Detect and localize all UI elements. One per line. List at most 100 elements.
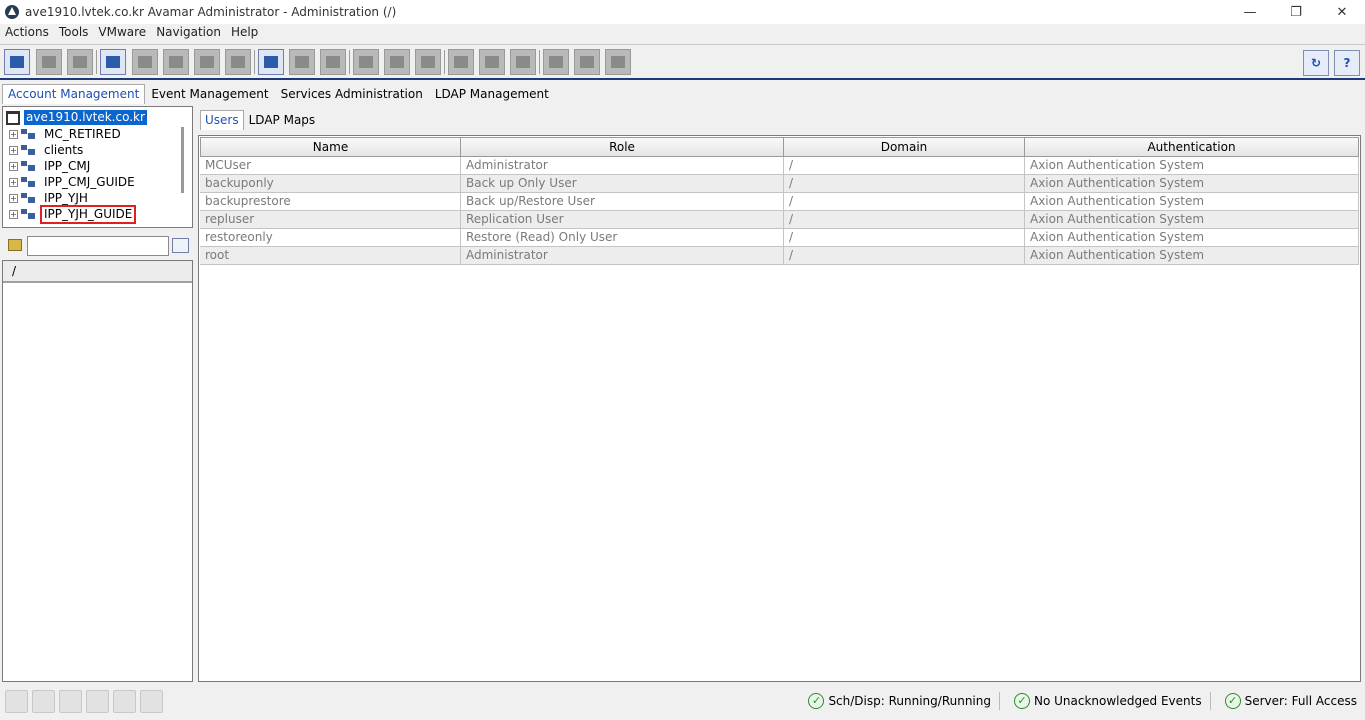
tree-item-label: MC_RETIRED [44,126,121,141]
move-client-button[interactable] [163,49,189,75]
add-group-icon [359,56,373,68]
table-row[interactable]: restoreonly Restore (Read) Only User / A… [200,229,1359,247]
tree-root-label: ave1910.lvtek.co.kr [24,110,147,125]
cell-role: Restore (Read) Only User [461,229,784,247]
filter-input[interactable] [27,236,169,256]
tab-services-administration[interactable]: Services Administration [275,84,429,104]
delete-user-icon [326,56,340,68]
list-button[interactable] [510,49,536,75]
activity-icon[interactable] [5,690,28,713]
status-divider [1209,692,1211,710]
new-user-button[interactable] [258,49,284,75]
checklist-icon [611,56,625,68]
tree-item-label: IPP_YJH [44,190,88,205]
filter-bar [2,233,193,259]
cell-name: MCUser [200,157,461,175]
cell-domain: / [784,211,1025,229]
refresh-button[interactable]: ↻ [1303,50,1329,76]
delete-domain-button[interactable] [67,49,93,75]
cell-name: backuponly [200,175,461,193]
column-header-name[interactable]: Name [200,137,461,157]
domain-group-icon [21,192,36,204]
tab-event-management[interactable]: Event Management [145,84,274,104]
status-events[interactable]: ✓ No Unacknowledged Events [1014,693,1202,709]
tree-item-ipp-yjh[interactable]: + IPP_YJH [9,190,90,206]
close-icon[interactable]: ✕ [1319,0,1365,24]
status-server[interactable]: ✓ Server: Full Access [1224,693,1357,709]
cell-role: Back up/Restore User [461,193,784,211]
domain-group-icon [21,176,36,188]
menu-tools[interactable]: Tools [54,24,94,43]
edit-domain-button[interactable] [36,49,62,75]
expand-icon[interactable]: + [9,129,18,139]
domain-tree: ave1910.lvtek.co.kr + MC_RETIRED + clien… [2,106,193,228]
expand-icon[interactable]: + [9,161,18,171]
edit-group-button[interactable] [384,49,410,75]
table-row[interactable]: MCUser Administrator / Axion Authenticat… [200,157,1359,175]
delete-client-icon [231,56,245,68]
user-icon[interactable] [59,690,82,713]
library-icon[interactable] [113,690,136,713]
retire-client-button[interactable] [194,49,220,75]
table-row[interactable]: backuprestore Back up/Restore User / Axi… [200,193,1359,211]
tree-item-clients[interactable]: + clients [9,142,85,158]
filter-columns-icon[interactable] [172,238,189,253]
new-domain-button[interactable] [4,49,30,75]
tree-root[interactable]: ave1910.lvtek.co.kr [6,110,147,125]
menu-help[interactable]: Help [226,24,263,43]
tree-item-label-highlighted: IPP_YJH_GUIDE [39,204,137,224]
cell-authentication: Axion Authentication System [1025,157,1359,175]
tree-item-ipp-cmj-guide[interactable]: + IPP_CMJ_GUIDE [9,174,137,190]
minimize-icon[interactable]: — [1227,0,1273,24]
column-header-authentication[interactable]: Authentication [1025,137,1359,157]
cell-role: Replication User [461,211,784,229]
domain-list-header[interactable]: / [3,261,192,283]
tree-item-mc-retired[interactable]: + MC_RETIRED [9,126,123,142]
menu-navigation[interactable]: Navigation [151,24,226,43]
select-button[interactable] [543,49,569,75]
domain-group-icon [21,160,36,172]
more-icon[interactable] [86,690,109,713]
status-bar: ✓ Sch/Disp: Running/Running ✓ No Unackno… [794,692,1357,710]
check-icon: ✓ [1224,693,1241,709]
tree-item-ipp-cmj[interactable]: + IPP_CMJ [9,158,92,174]
expand-icon[interactable]: + [9,177,18,187]
column-header-role[interactable]: Role [461,137,784,157]
delete-user-button[interactable] [320,49,346,75]
table-row[interactable]: backuponly Back up Only User / Axion Aut… [200,175,1359,193]
replication-icon[interactable] [140,690,163,713]
help-button[interactable]: ? [1334,50,1360,76]
sub-tabs: Users LDAP Maps [200,110,320,130]
restore-icon[interactable]: ❐ [1273,0,1319,24]
table-row[interactable]: repluser Replication User / Axion Authen… [200,211,1359,229]
expand-icon[interactable]: + [9,193,18,203]
checklist-button[interactable] [605,49,631,75]
tree-scrollbar[interactable] [181,127,184,193]
add-group-button[interactable] [353,49,379,75]
table-row[interactable]: root Administrator / Axion Authenticatio… [200,247,1359,265]
new-client-button[interactable] [100,49,126,75]
select-all-button[interactable] [574,49,600,75]
edit-domain-icon [42,56,56,68]
expand-icon[interactable]: + [9,209,18,219]
tab-ldap-management[interactable]: LDAP Management [429,84,555,104]
menu-actions[interactable]: Actions [0,24,54,43]
tab-account-management[interactable]: Account Management [2,84,146,104]
edit-client-button[interactable] [132,49,158,75]
window-controls: — ❐ ✕ [1227,0,1365,24]
tab-users[interactable]: Users [200,110,244,130]
column-header-domain[interactable]: Domain [784,137,1025,157]
status-sched[interactable]: ✓ Sch/Disp: Running/Running [808,693,991,709]
tree-item-ipp-yjh-guide[interactable]: + IPP_YJH_GUIDE [9,204,137,224]
sync-icon[interactable] [32,690,55,713]
columns-button[interactable] [479,49,505,75]
table-body: MCUser Administrator / Axion Authenticat… [200,157,1359,265]
edit-user-button[interactable] [289,49,315,75]
menu-vmware[interactable]: VMware [93,24,151,43]
properties-button[interactable] [448,49,474,75]
tab-ldap-maps[interactable]: LDAP Maps [244,110,321,130]
folder-filter-icon[interactable] [8,239,22,251]
delete-client-button[interactable] [225,49,251,75]
expand-icon[interactable]: + [9,145,18,155]
remove-group-button[interactable] [415,49,441,75]
